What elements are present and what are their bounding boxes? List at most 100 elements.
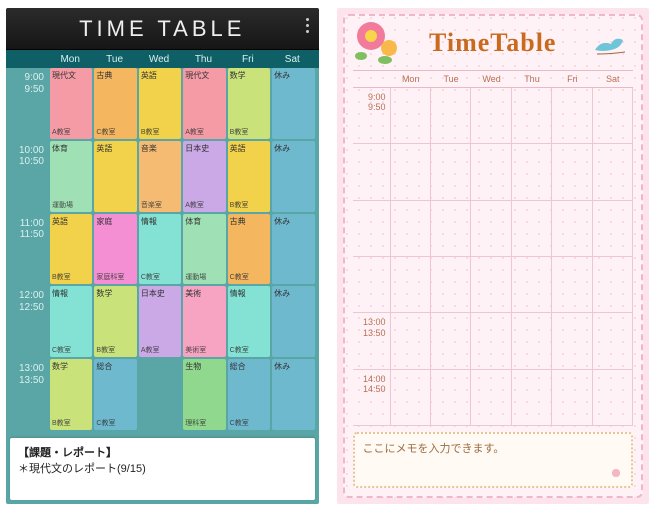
class-cell-empty[interactable] (512, 370, 552, 426)
class-cell-empty[interactable] (471, 257, 511, 313)
class-cell[interactable]: 総合C教室 (94, 359, 136, 430)
memo-box[interactable]: ここにメモを入力できます。 (353, 432, 634, 488)
weekday-header: Mon Tue Wed Thu Fri Sat (353, 70, 634, 88)
class-cell-empty[interactable] (391, 201, 431, 257)
day-tue: Tue (431, 74, 471, 84)
class-cell[interactable]: 休み (272, 141, 314, 212)
time-label: 9:009:50 (353, 88, 391, 144)
app-title: TIME TABLE (79, 16, 245, 42)
class-cell-empty[interactable] (552, 313, 592, 369)
time-label: 13:0013:50 (353, 313, 391, 369)
flower-icon (351, 14, 405, 66)
class-cell[interactable]: 英語B教室 (50, 214, 92, 285)
class-cell[interactable]: 情報C教室 (228, 286, 270, 357)
memo-line: ＊現代文のレポート(9/15) (18, 460, 307, 476)
day-sat: Sat (270, 54, 314, 65)
header: TimeTable (353, 16, 634, 70)
time-label (353, 144, 391, 200)
class-cell-empty[interactable] (391, 257, 431, 313)
class-cell[interactable]: 英語B教室 (228, 141, 270, 212)
class-cell-empty[interactable] (593, 313, 633, 369)
class-cell-empty[interactable] (471, 88, 511, 144)
class-cell-empty[interactable] (552, 257, 592, 313)
class-cell-empty[interactable] (431, 88, 471, 144)
class-cell[interactable]: 美術美術室 (183, 286, 225, 357)
time-label: 13:0013:50 (10, 359, 48, 430)
class-cell-empty[interactable] (552, 370, 592, 426)
time-label: 14:0014:50 (353, 370, 391, 426)
class-cell-empty[interactable] (391, 144, 431, 200)
time-label: 10:0010:50 (10, 141, 48, 212)
memo-placeholder: ここにメモを入力できます。 (363, 443, 505, 455)
class-cell[interactable]: 休み (272, 68, 314, 139)
day-mon: Mon (391, 74, 431, 84)
class-cell-empty[interactable] (391, 370, 431, 426)
time-label: 11:0011:50 (10, 214, 48, 285)
app-title: TimeTable (429, 28, 556, 58)
class-cell[interactable]: 休み (272, 214, 314, 285)
class-cell-empty[interactable] (431, 313, 471, 369)
time-label: 9:009:50 (10, 68, 48, 139)
class-cell[interactable]: 家庭家庭科室 (94, 214, 136, 285)
class-cell-empty[interactable] (593, 144, 633, 200)
class-cell[interactable]: 総合C教室 (228, 359, 270, 430)
class-cell-empty[interactable] (431, 144, 471, 200)
day-fri: Fri (552, 74, 592, 84)
class-cell-empty[interactable] (593, 201, 633, 257)
class-cell[interactable]: 英語B教室 (139, 68, 181, 139)
timetable-app-pink: TimeTable Mon Tue Wed Thu Fri Sat 9:009:… (337, 8, 650, 504)
class-cell-empty[interactable] (512, 88, 552, 144)
class-cell[interactable]: 数学B教室 (94, 286, 136, 357)
class-cell[interactable]: 古典C教室 (94, 68, 136, 139)
time-label (353, 257, 391, 313)
class-cell-empty[interactable] (512, 257, 552, 313)
class-cell[interactable]: 体育運動場 (50, 141, 92, 212)
overflow-menu-icon[interactable] (306, 18, 309, 33)
bird-icon (593, 30, 629, 58)
class-cell-empty[interactable] (512, 201, 552, 257)
class-cell[interactable]: 古典C教室 (228, 214, 270, 285)
class-cell-empty[interactable] (552, 201, 592, 257)
class-cell[interactable]: 数学B教室 (50, 359, 92, 430)
time-label (353, 201, 391, 257)
day-wed: Wed (471, 74, 511, 84)
class-cell[interactable]: 数学B教室 (228, 68, 270, 139)
class-cell[interactable]: 休み (272, 286, 314, 357)
memo-box[interactable]: 【課題・レポート】 ＊現代文のレポート(9/15) (10, 438, 315, 500)
class-cell-empty[interactable] (471, 370, 511, 426)
memo-title: 【課題・レポート】 (18, 444, 307, 460)
class-cell-empty[interactable] (512, 144, 552, 200)
class-cell[interactable] (139, 359, 181, 430)
class-cell[interactable]: 日本史A教室 (139, 286, 181, 357)
class-cell[interactable]: 情報C教室 (139, 214, 181, 285)
day-thu: Thu (512, 74, 552, 84)
class-cell[interactable]: 現代文A教室 (183, 68, 225, 139)
day-thu: Thu (181, 54, 225, 65)
class-cell-empty[interactable] (593, 370, 633, 426)
class-cell[interactable]: 情報C教室 (50, 286, 92, 357)
class-cell-empty[interactable] (471, 313, 511, 369)
class-cell-empty[interactable] (512, 313, 552, 369)
class-cell-empty[interactable] (391, 88, 431, 144)
class-cell-empty[interactable] (593, 257, 633, 313)
class-cell[interactable]: 体育運動場 (183, 214, 225, 285)
class-cell-empty[interactable] (552, 88, 592, 144)
class-cell-empty[interactable] (471, 201, 511, 257)
timetable-app-dark: TIME TABLE Mon Tue Wed Thu Fri Sat 9:009… (6, 8, 319, 504)
day-wed: Wed (137, 54, 181, 65)
class-cell[interactable]: 生物理科室 (183, 359, 225, 430)
class-cell-empty[interactable] (593, 88, 633, 144)
class-cell[interactable]: 英語 (94, 141, 136, 212)
class-cell[interactable]: 休み (272, 359, 314, 430)
class-cell-empty[interactable] (431, 370, 471, 426)
class-cell-empty[interactable] (431, 201, 471, 257)
day-fri: Fri (226, 54, 270, 65)
class-cell-empty[interactable] (552, 144, 592, 200)
day-mon: Mon (48, 54, 92, 65)
class-cell-empty[interactable] (391, 313, 431, 369)
class-cell[interactable]: 日本史A教室 (183, 141, 225, 212)
class-cell[interactable]: 現代文A教室 (50, 68, 92, 139)
class-cell-empty[interactable] (471, 144, 511, 200)
class-cell-empty[interactable] (431, 257, 471, 313)
class-cell[interactable]: 音楽音楽室 (139, 141, 181, 212)
